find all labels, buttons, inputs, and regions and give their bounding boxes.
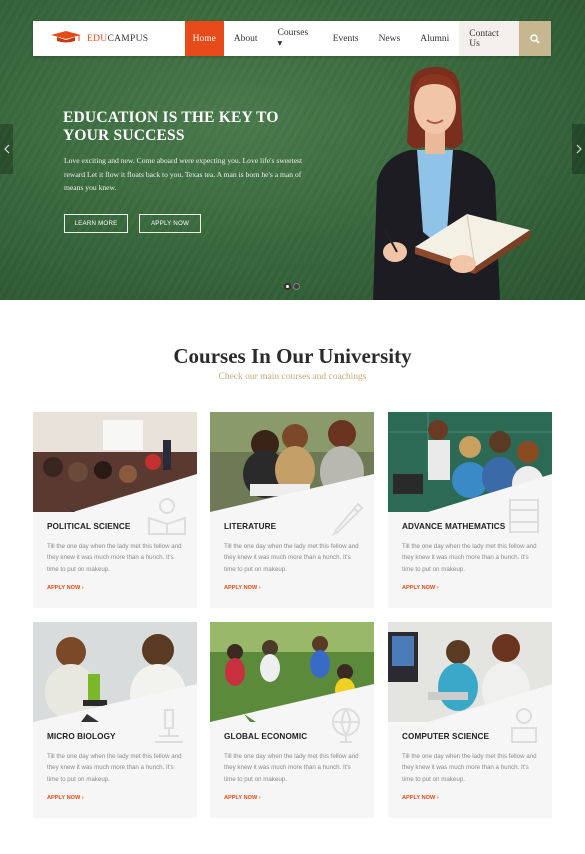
nav-home[interactable]: Home — [184, 21, 224, 56]
course-title: MICRO BIOLOGY — [47, 732, 116, 741]
section-subtitle: Check our main courses and coachings — [218, 372, 367, 382]
course-description: Till the one day when the lady met this … — [402, 543, 537, 573]
teacher-photo — [373, 67, 531, 300]
course-card-micro-biology[interactable]: MICRO BIOLOGY Till the one day when the … — [33, 622, 197, 818]
course-card-political-science[interactable]: POLITICAL SCIENCE Till the one day when … — [33, 412, 197, 608]
apply-now-link[interactable]: APPLY NOW › — [224, 585, 261, 591]
nav-news[interactable]: News — [369, 21, 411, 56]
search-icon — [530, 33, 540, 44]
navbar: EDUCAMPUS Home About Courses ▾ Events Ne… — [33, 21, 551, 56]
computer-user-icon — [511, 708, 537, 743]
apply-now-link[interactable]: APPLY NOW › — [47, 585, 84, 591]
apply-now-link[interactable]: APPLY NOW › — [47, 795, 84, 801]
course-title: ADVANCE MATHEMATICS — [402, 522, 506, 531]
course-title: LITERATURE — [224, 522, 277, 531]
apply-now-link[interactable]: APPLY NOW › — [402, 585, 439, 591]
course-description: Till the one day when the lady met this … — [224, 753, 359, 783]
course-card-global-economic[interactable]: GLOBAL ECONOMIC Till the one day when th… — [210, 622, 374, 818]
pencil-icon — [331, 502, 364, 536]
course-description: Till the one day when the lady met this … — [47, 543, 182, 573]
search-button[interactable] — [518, 21, 551, 56]
hero-title: EDUCATION IS THE KEY TO YOUR SUCCESS — [63, 109, 279, 144]
microscope-icon — [155, 709, 183, 743]
course-description: Till the one day when the lady met this … — [402, 753, 537, 783]
slider-dot-2[interactable] — [293, 283, 300, 290]
nav-about[interactable]: About — [224, 21, 268, 56]
main-menu: Home About Courses ▾ Events News Alumni … — [184, 21, 519, 56]
nav-alumni[interactable]: Alumni — [410, 21, 459, 56]
course-title: POLITICAL SCIENCE — [47, 522, 131, 531]
globe-icon — [332, 708, 360, 743]
nav-courses[interactable]: Courses ▾ — [268, 21, 323, 56]
hero-text: Love exciting and new. Come aboard were … — [64, 156, 303, 192]
abacus-icon — [509, 499, 539, 533]
reading-person-icon — [148, 498, 186, 535]
course-title: COMPUTER SCIENCE — [402, 732, 490, 741]
chevron-left-icon — [3, 144, 9, 154]
slider-prev-button[interactable] — [0, 124, 13, 174]
chevron-right-icon — [576, 144, 582, 154]
section-title: Courses In Our University — [173, 344, 412, 368]
course-description: Till the one day when the lady met this … — [224, 543, 359, 573]
slider-dot-1[interactable] — [284, 283, 291, 290]
nav-contact[interactable]: Contact Us — [459, 21, 519, 56]
course-card-advance-mathematics[interactable]: ADVANCE MATHEMATICS Till the one day whe… — [388, 412, 552, 608]
slider-dots — [284, 283, 300, 290]
course-card-computer-science[interactable]: COMPUTER SCIENCE Till the one day when t… — [388, 622, 552, 818]
learn-more-button[interactable]: LEARN MORE — [64, 214, 128, 233]
apply-now-link[interactable]: APPLY NOW › — [402, 795, 439, 801]
logo-text: EDUCAMPUS — [87, 33, 149, 44]
course-card-literature[interactable]: LITERATURE Till the one day when the lad… — [210, 412, 374, 608]
slider-next-button[interactable] — [572, 124, 585, 174]
graduation-cap-icon — [51, 30, 81, 48]
nav-events[interactable]: Events — [323, 21, 369, 56]
course-title: GLOBAL ECONOMIC — [224, 732, 308, 741]
course-description: Till the one day when the lady met this … — [47, 753, 182, 783]
apply-now-link[interactable]: APPLY NOW › — [224, 795, 261, 801]
hero-slider: EDUCAMPUS Home About Courses ▾ Events Ne… — [0, 0, 585, 300]
apply-now-button[interactable]: APPLY NOW — [139, 214, 201, 233]
logo[interactable]: EDUCAMPUS — [33, 21, 185, 56]
